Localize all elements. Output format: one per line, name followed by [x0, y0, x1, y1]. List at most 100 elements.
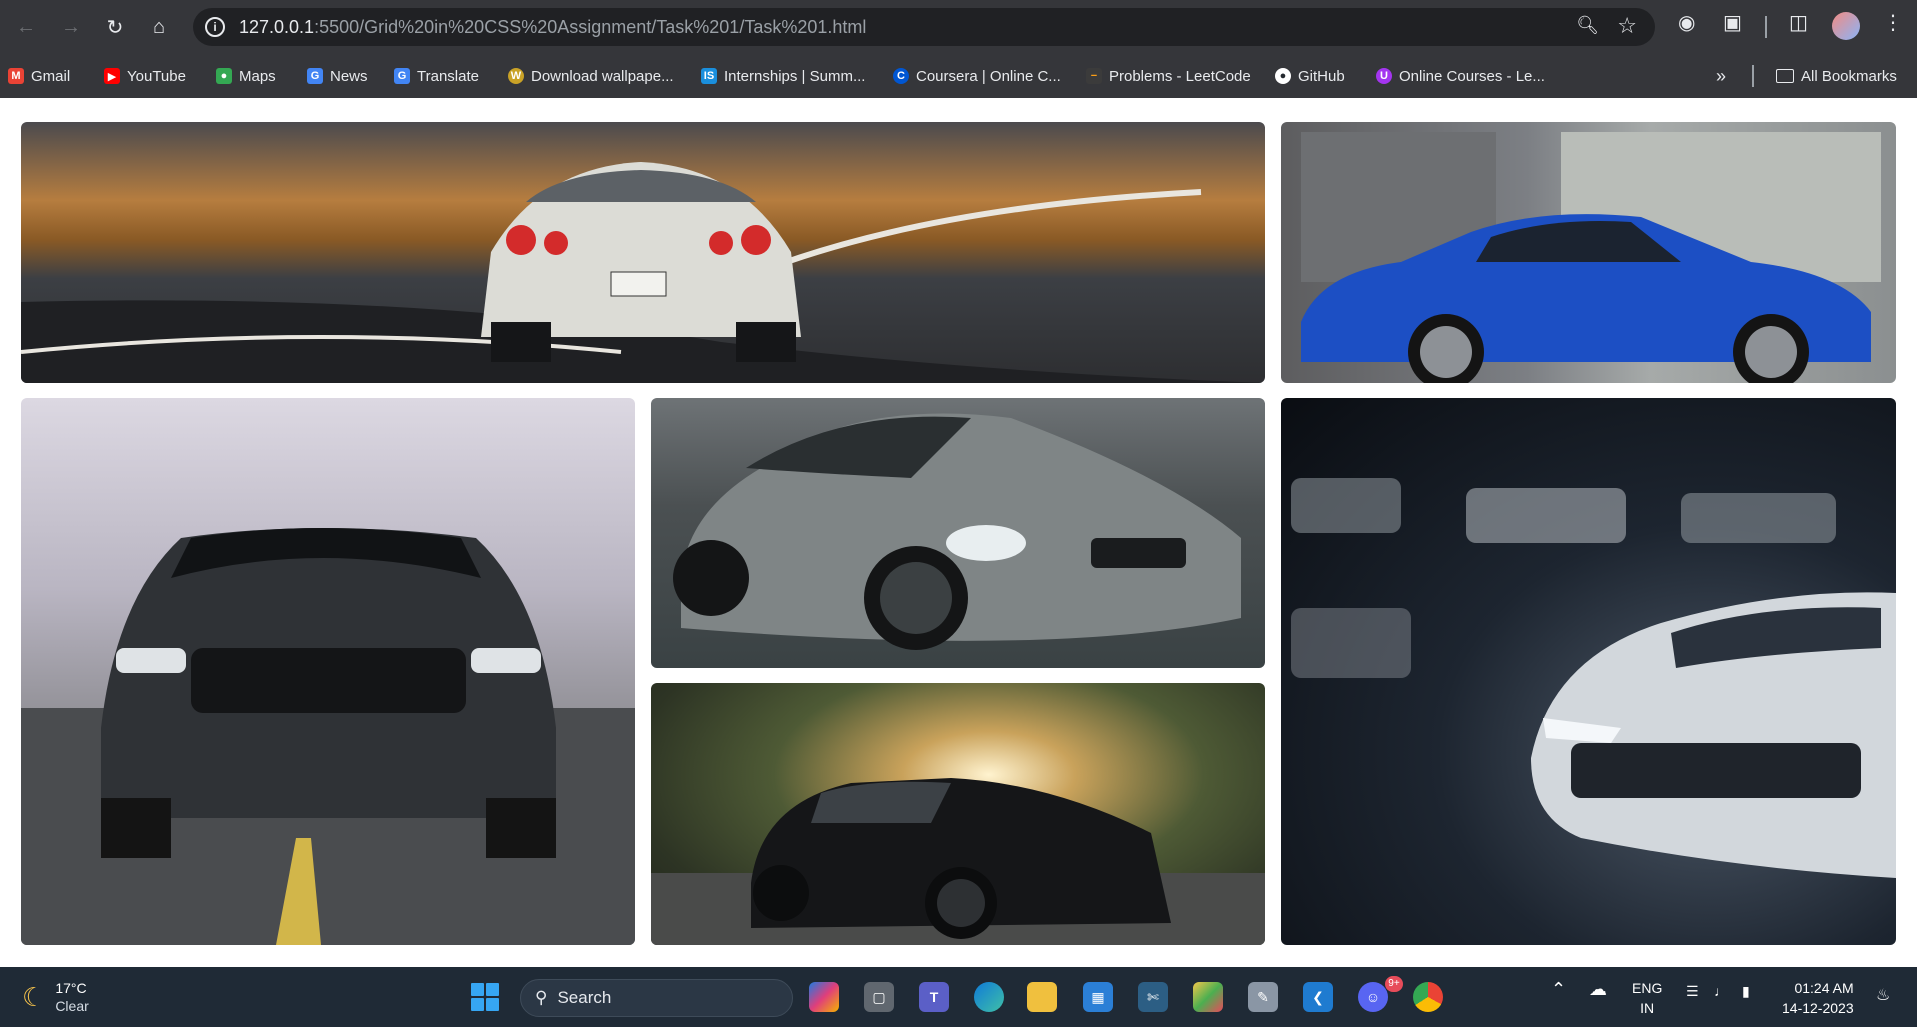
- reload-icon[interactable]: ↻: [100, 12, 130, 42]
- bookmark-youtube[interactable]: ▶ YouTube: [104, 65, 186, 87]
- bookmark-star-icon[interactable]: ☆: [1617, 13, 1637, 39]
- rim: [880, 562, 952, 634]
- background-car: [1466, 488, 1626, 543]
- bluestacks-icon[interactable]: [1193, 982, 1223, 1012]
- snipping-tool-icon[interactable]: ✄: [1138, 982, 1168, 1012]
- back-icon[interactable]: ←: [11, 12, 41, 42]
- profile-avatar[interactable]: [1832, 12, 1860, 40]
- rim: [1745, 326, 1797, 378]
- search-icon: ⚲: [535, 988, 548, 1007]
- bookmark-label: Gmail: [31, 67, 71, 85]
- bookmark-label: YouTube: [127, 67, 186, 85]
- bookmark-label: News: [330, 67, 368, 85]
- car-window: [811, 781, 951, 823]
- chrome-icon[interactable]: [1413, 982, 1443, 1012]
- more-bookmarks-icon[interactable]: »: [1716, 65, 1726, 87]
- camaro-garage-scene: [1291, 478, 1896, 878]
- menu-kebab-icon[interactable]: ⋮: [1883, 10, 1903, 35]
- teams-icon[interactable]: T: [919, 982, 949, 1012]
- language-code: ENG: [1632, 980, 1663, 996]
- forward-icon[interactable]: →: [56, 12, 86, 42]
- mustang-front-scene: [21, 528, 635, 945]
- bookmarks-bar: M Gmail ▶ YouTube ● Maps G News G Translate W…: [0, 54, 1917, 98]
- onedrive-cloud-icon[interactable]: ☁: [1589, 979, 1607, 1000]
- gmail-icon: M: [8, 68, 24, 84]
- edge-icon[interactable]: [974, 982, 1004, 1012]
- coursera-icon: C: [893, 68, 909, 84]
- youtube-icon: ▶: [104, 68, 120, 84]
- start-windows-icon[interactable]: [471, 983, 499, 1011]
- bookmark-github[interactable]: ● GitHub: [1275, 65, 1345, 87]
- taskbar-search[interactable]: ⚲ Search: [520, 979, 793, 1017]
- home-icon[interactable]: ⌂: [144, 12, 174, 42]
- image-black-mustang-sunset: [651, 683, 1265, 945]
- discord-notification-badge: 9+: [1385, 976, 1403, 992]
- discord-icon[interactable]: ☺: [1358, 982, 1388, 1012]
- toolbar-divider: [1765, 16, 1767, 38]
- system-clock[interactable]: 01:24 AM 14-12-2023: [1782, 978, 1854, 1018]
- rim: [1420, 326, 1472, 378]
- image-blue-bmw-coupe: [1281, 122, 1896, 383]
- blue-coupe-scene: [1301, 132, 1881, 383]
- copilot-icon[interactable]: [809, 982, 839, 1012]
- bookmark-gmail[interactable]: M Gmail: [8, 65, 70, 87]
- site-info-icon[interactable]: i: [205, 17, 225, 37]
- background-car: [1291, 608, 1411, 678]
- bookmark-label: Problems - LeetCode: [1109, 67, 1251, 85]
- white-gtr-scene: [21, 162, 1265, 383]
- file-explorer-icon[interactable]: [1027, 982, 1057, 1012]
- tire: [491, 322, 551, 362]
- notepad-icon[interactable]: ✎: [1248, 982, 1278, 1012]
- weather-widget[interactable]: ☾ 17°C Clear: [22, 979, 89, 1015]
- url-path: :5500/Grid%20in%20CSS%20Assignment/Task%…: [314, 17, 867, 37]
- bookmark-wallpaper[interactable]: W Download wallpape...: [508, 65, 674, 87]
- github-icon: ●: [1275, 68, 1291, 84]
- bookmark-label: Internships | Summ...: [724, 67, 866, 85]
- image-white-camaro-garage: [1281, 398, 1896, 945]
- background-car: [1291, 478, 1401, 533]
- volume-icon[interactable]: ♩: [1714, 983, 1728, 999]
- wheel: [673, 540, 749, 616]
- bookmark-udemy[interactable]: U Online Courses - Le...: [1376, 65, 1545, 87]
- chevron-up-icon[interactable]: ⌃: [1551, 979, 1566, 1000]
- side-panel-icon[interactable]: ◫: [1789, 10, 1808, 35]
- bookmark-label: Translate: [417, 67, 479, 85]
- task-view-icon[interactable]: ▢: [864, 982, 894, 1012]
- bookmark-internshala[interactable]: IS Internships | Summ...: [701, 65, 865, 87]
- background-car: [1681, 493, 1836, 543]
- tire: [486, 798, 556, 858]
- url-text[interactable]: 127.0.0.1:5500/Grid%20in%20CSS%20Assignm…: [239, 17, 866, 38]
- headlight: [471, 648, 541, 673]
- language-indicator[interactable]: ENG IN: [1632, 978, 1662, 1018]
- microsoft-store-icon[interactable]: ▦: [1083, 982, 1113, 1012]
- wifi-icon[interactable]: ☰: [1686, 983, 1699, 1000]
- extensions-puzzle-icon[interactable]: ▣: [1723, 10, 1742, 35]
- all-bookmarks-label: All Bookmarks: [1801, 67, 1897, 85]
- udemy-icon: U: [1376, 68, 1392, 84]
- vscode-icon[interactable]: ❮: [1303, 982, 1333, 1012]
- clock-time: 01:24 AM: [1794, 980, 1854, 996]
- bookmark-translate[interactable]: G Translate: [394, 65, 479, 87]
- all-bookmarks-button[interactable]: All Bookmarks: [1776, 65, 1897, 87]
- notification-bell-icon[interactable]: ♨: [1876, 985, 1890, 1005]
- battery-icon[interactable]: ▮: [1742, 983, 1750, 1000]
- tire: [101, 798, 171, 858]
- maps-icon: ●: [216, 68, 232, 84]
- tire: [736, 322, 796, 362]
- leetcode-icon: −: [1086, 68, 1102, 84]
- extension-bug-icon[interactable]: ◉: [1678, 10, 1695, 35]
- address-bar[interactable]: i 127.0.0.1:5500/Grid%20in%20CSS%20Assig…: [193, 8, 1655, 46]
- moon-icon: ☾: [22, 981, 46, 1012]
- bookmark-news[interactable]: G News: [307, 65, 368, 87]
- zoom-icon[interactable]: 🔍︎: [1576, 15, 1599, 36]
- bookmark-maps[interactable]: ● Maps: [216, 65, 276, 87]
- tail-light: [741, 225, 771, 255]
- region-code: IN: [1640, 1000, 1655, 1016]
- rim: [937, 879, 985, 927]
- internshala-icon: IS: [701, 68, 717, 84]
- bookmark-leetcode[interactable]: − Problems - LeetCode: [1086, 65, 1251, 87]
- weather-condition: Clear: [55, 998, 89, 1014]
- wheel: [753, 865, 809, 921]
- weather-text: 17°C Clear: [55, 979, 88, 1015]
- bookmark-coursera[interactable]: C Coursera | Online C...: [893, 65, 1061, 87]
